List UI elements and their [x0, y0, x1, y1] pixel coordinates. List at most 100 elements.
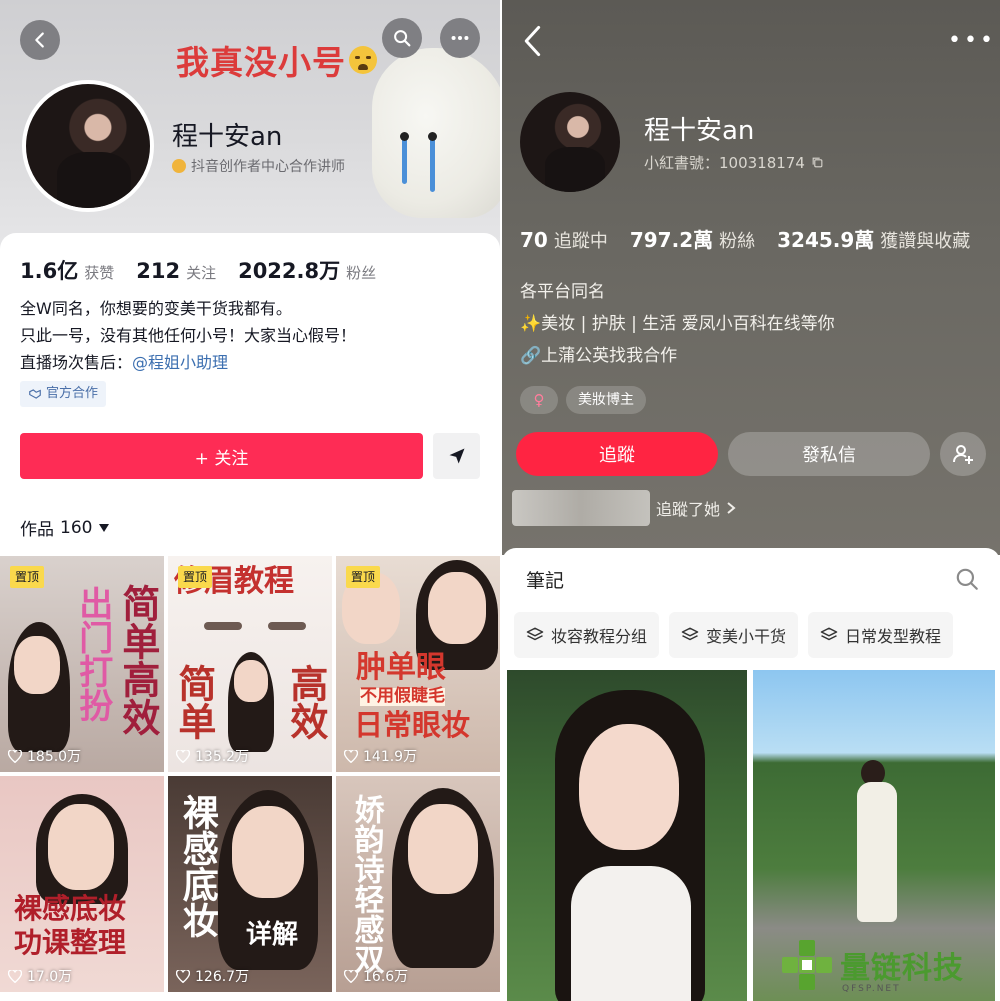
bio-line: 各平台同名 [520, 282, 605, 302]
likes-collects-label: 獲讚與收藏 [880, 231, 971, 252]
thumbnail-face [232, 806, 304, 898]
avatar[interactable] [22, 80, 154, 212]
video-tile[interactable]: 简单高效 出门打扮 置顶 185.0万 [0, 556, 164, 772]
note-thumbnail[interactable] [507, 670, 747, 1001]
heart-icon [176, 749, 190, 763]
sticker-eye [400, 132, 409, 141]
works-tab[interactable]: 作品 160 [20, 515, 110, 540]
likes-label: 获赞 [84, 264, 115, 282]
handshake-icon [29, 389, 41, 399]
avatar[interactable] [520, 92, 620, 192]
like-count-value: 17.0万 [27, 969, 73, 985]
back-chevron-icon[interactable] [520, 24, 546, 58]
copy-icon[interactable] [811, 156, 824, 169]
follow-button[interactable]: 追蹤 [516, 432, 718, 476]
watermark-subtext: QFSP.NET [842, 984, 901, 994]
like-count: 185.0万 [8, 746, 81, 766]
pinned-badge: 置顶 [10, 566, 45, 588]
mutual-followers-row[interactable]: 追蹤了她 [512, 490, 736, 526]
thumbnail-caption: 肿单眼 [356, 650, 446, 685]
video-tile[interactable]: 裸感底妆 功课整理 17.0万 [0, 776, 164, 992]
like-count: 17.0万 [8, 966, 72, 986]
video-tile[interactable]: 裸感底妆 详解 126.7万 [168, 776, 332, 992]
thumbnail-caption: 出门打扮 [72, 586, 113, 722]
works-count: 160 [60, 517, 93, 538]
message-button[interactable]: 發私信 [728, 432, 930, 476]
followers-label[interactable]: 粉絲 [719, 227, 755, 253]
following-label[interactable]: 追蹤中 [554, 227, 608, 253]
followers-count[interactable]: 797.2萬 [630, 224, 713, 253]
like-count-value: 126.7万 [195, 969, 250, 985]
search-button[interactable] [382, 18, 422, 58]
more-dots-icon[interactable]: ••• [948, 28, 996, 53]
sticker-eye [428, 132, 437, 141]
followed-text: 追蹤了她 [656, 500, 721, 519]
heart-icon [344, 969, 358, 983]
collection-chip[interactable]: 妆容教程分组 [514, 612, 660, 658]
pinned-badge: 置顶 [346, 566, 381, 588]
followers-count[interactable]: 2022.8万 [238, 255, 340, 285]
bio-line[interactable]: 🔗上蒲公英找我合作 [520, 340, 835, 372]
crying-emoji-icon [349, 46, 377, 74]
video-tile[interactable]: 肿单眼 不用假睫毛 日常眼妆 置顶 141.9万 [336, 556, 500, 772]
bio-line: 只此一号，没有其他任何小号！大家当心假号！ [20, 326, 357, 345]
username: 程十安an [644, 116, 755, 146]
thumbnail-caption: 高效 [283, 664, 329, 740]
search-icon [394, 30, 411, 47]
layers-icon [681, 627, 699, 641]
tab-notes[interactable]: 筆記 [526, 566, 564, 593]
collection-chip[interactable]: 日常发型教程 [808, 612, 954, 658]
thumbnail-caption: 详解 [246, 920, 299, 950]
collection-chip[interactable]: 变美小干货 [669, 612, 799, 658]
thumbnail-caption: 简单 [171, 664, 217, 740]
xiaohongshu-profile: ••• 程十安an 小紅書號：100318174 70 追蹤中 797.2萬 粉… [502, 0, 1000, 1001]
collection-label: 妆容教程分组 [551, 627, 648, 646]
likes-count: 1.6亿 [20, 259, 79, 283]
layers-icon [820, 627, 838, 641]
following-count[interactable]: 70 [520, 228, 548, 252]
search-icon[interactable] [954, 566, 980, 592]
heart-icon [344, 749, 358, 763]
likes-collects-count: 3245.9萬 [777, 228, 875, 252]
collections-row: 妆容教程分组 变美小干货 日常发型教程 [514, 612, 954, 658]
back-button[interactable] [20, 20, 60, 60]
like-count: 126.7万 [176, 966, 249, 986]
cover-slogan: 我真没小号 [176, 43, 346, 82]
tear-stroke [430, 134, 435, 192]
add-friend-button[interactable] [940, 432, 986, 476]
photo-outfit [571, 866, 691, 1001]
cover-sticker [372, 48, 500, 218]
like-count: 135.2万 [176, 746, 249, 766]
watermark-text: 量链科技 [840, 951, 964, 986]
video-tile[interactable]: 修眉教程 简单 高效 置顶 135.2万 [168, 556, 332, 772]
category-tag: 美妝博主 [566, 386, 646, 414]
official-cooperation-tag[interactable]: 官方合作 [20, 381, 107, 407]
following-label[interactable]: 关注 [186, 262, 216, 283]
follow-button[interactable]: + 关注 [20, 433, 423, 479]
video-tile[interactable]: 娇韵诗轻感双 16.6万 [336, 776, 500, 992]
works-grid: 简单高效 出门打扮 置顶 185.0万 修眉教程 简单 高效 置顶 135.2万 [0, 556, 500, 1001]
like-count: 16.6万 [344, 966, 408, 986]
assistant-account-link[interactable]: @程姐小助理 [132, 353, 228, 372]
photo-face [579, 724, 679, 850]
share-button[interactable] [433, 433, 480, 479]
profile-stats: 1.6亿 获赞 212 关注 2022.8万 粉丝 [20, 255, 398, 285]
bio-line: 直播场次售后：@程姐小助理 [20, 349, 356, 376]
collection-label: 变美小干货 [706, 627, 787, 646]
like-count-value: 141.9万 [363, 749, 418, 765]
thumbnail-face [234, 660, 268, 702]
followers-label[interactable]: 粉丝 [346, 262, 376, 283]
username: 程十安an [172, 122, 283, 152]
notes-panel: 筆記 妆容教程分组 变美小干货 日常发型教程 [502, 548, 1000, 1001]
more-button[interactable] [440, 18, 480, 58]
verified-badge-icon [172, 159, 186, 173]
watermark-logo-icon [782, 940, 832, 990]
like-count-value: 185.0万 [27, 749, 82, 765]
more-dots-icon [451, 35, 469, 41]
following-count[interactable]: 212 [136, 259, 180, 283]
like-count-value: 16.6万 [363, 969, 409, 985]
account-id: 小紅書號：100318174 [644, 152, 824, 173]
works-label: 作品 [20, 520, 54, 540]
layers-icon [526, 627, 544, 641]
thumbnail-face [48, 804, 114, 890]
